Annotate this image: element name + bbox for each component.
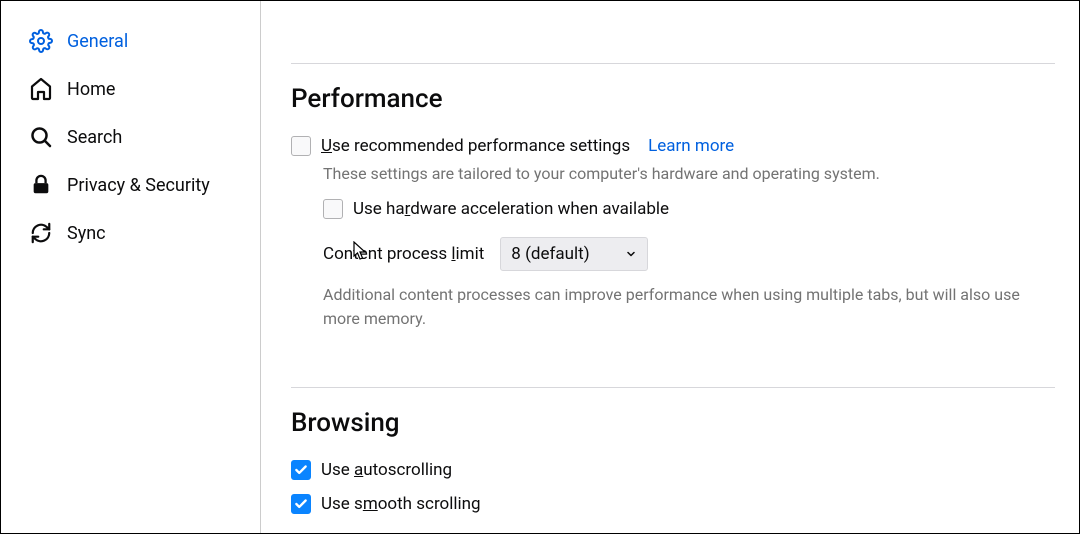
sidebar: General Home Search [1, 1, 261, 533]
recommended-perf-row: Use recommended performance settings Lea… [291, 136, 1055, 156]
autoscroll-row: Use autoscrolling [291, 460, 1055, 480]
sidebar-item-label: Search [67, 127, 122, 148]
hw-accel-label: Use hardware acceleration when available [353, 199, 669, 219]
chevron-down-icon [625, 245, 637, 264]
hw-accel-checkbox[interactable] [323, 199, 343, 219]
smoothscroll-label: Use smooth scrolling [321, 494, 481, 514]
recommended-checkbox[interactable] [291, 136, 311, 156]
smoothscroll-checkbox[interactable] [291, 494, 311, 514]
sidebar-item-sync[interactable]: Sync [1, 209, 260, 257]
refresh-icon [29, 221, 53, 245]
main-content: Performance Use recommended performance … [261, 1, 1079, 533]
smoothscroll-row: Use smooth scrolling [291, 494, 1055, 514]
perf-description: These settings are tailored to your comp… [323, 164, 1055, 183]
autoscroll-label: Use autoscrolling [321, 460, 452, 480]
divider [291, 387, 1055, 388]
gear-icon [29, 29, 53, 53]
sidebar-item-privacy[interactable]: Privacy & Security [1, 161, 260, 209]
process-limit-row: Content process limit 8 (default) [323, 237, 1055, 271]
lock-icon [29, 173, 53, 197]
process-limit-label: Content process limit [323, 244, 484, 264]
learn-more-link[interactable]: Learn more [648, 136, 734, 156]
hw-accel-row: Use hardware acceleration when available [323, 199, 1055, 219]
browsing-heading: Browsing [291, 408, 1055, 438]
sidebar-item-search[interactable]: Search [1, 113, 260, 161]
process-limit-dropdown[interactable]: 8 (default) [500, 237, 648, 271]
sidebar-item-general[interactable]: General [1, 17, 260, 65]
sidebar-item-label: Sync [67, 223, 106, 244]
performance-heading: Performance [291, 84, 1055, 114]
dropdown-value: 8 (default) [511, 244, 589, 264]
sidebar-item-home[interactable]: Home [1, 65, 260, 113]
autoscroll-checkbox[interactable] [291, 460, 311, 480]
search-icon [29, 125, 53, 149]
home-icon [29, 77, 53, 101]
sidebar-item-label: General [67, 31, 128, 52]
recommended-label: Use recommended performance settings [321, 136, 630, 156]
sidebar-item-label: Home [67, 79, 115, 100]
process-note: Additional content processes can improve… [323, 283, 1055, 331]
divider [291, 63, 1055, 64]
sidebar-item-label: Privacy & Security [67, 175, 210, 196]
